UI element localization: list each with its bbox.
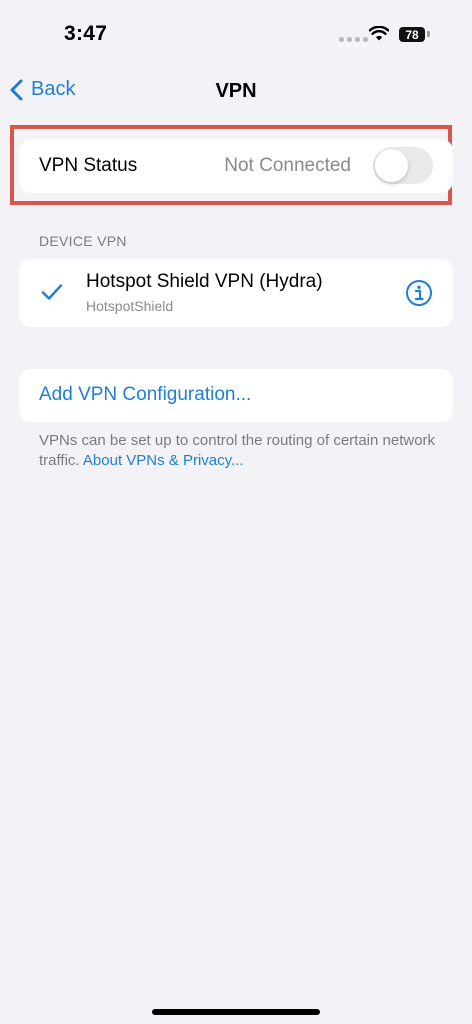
checkmark-icon: [41, 284, 63, 300]
vpn-name: Hotspot Shield VPN (Hydra): [86, 271, 323, 292]
about-vpns-privacy-link[interactable]: About VPNs & Privacy...: [83, 452, 244, 469]
home-indicator[interactable]: [152, 1009, 320, 1015]
status-bar: 3:47 78: [0, 0, 472, 70]
vpn-provider: HotspotShield: [86, 298, 174, 314]
add-vpn-configuration-button[interactable]: Add VPN Configuration...: [19, 369, 453, 422]
page-title: VPN: [215, 80, 257, 102]
battery-indicator: 78: [399, 27, 425, 42]
status-time: 3:47: [64, 22, 108, 45]
battery-level: 78: [405, 27, 419, 42]
navigation-bar: Back VPN: [0, 68, 472, 114]
vpn-status-toggle[interactable]: [373, 147, 433, 184]
vpn-footnote: VPNs can be set up to control the routin…: [39, 431, 439, 471]
vpn-list-item[interactable]: Hotspot Shield VPN (Hydra) HotspotShield: [19, 259, 453, 327]
battery-tip: [427, 31, 430, 37]
add-vpn-configuration-label: Add VPN Configuration...: [39, 384, 252, 405]
device-vpn-header: DEVICE VPN: [39, 233, 127, 249]
vpn-status-value: Not Connected: [224, 155, 351, 176]
info-circle-icon[interactable]: [405, 279, 433, 307]
vpn-status-row: VPN Status Not Connected: [19, 139, 453, 193]
vpn-status-label: VPN Status: [39, 155, 138, 176]
toggle-knob: [375, 149, 408, 182]
wifi-icon: [369, 26, 389, 41]
cellular-signal-icon: [339, 37, 368, 42]
